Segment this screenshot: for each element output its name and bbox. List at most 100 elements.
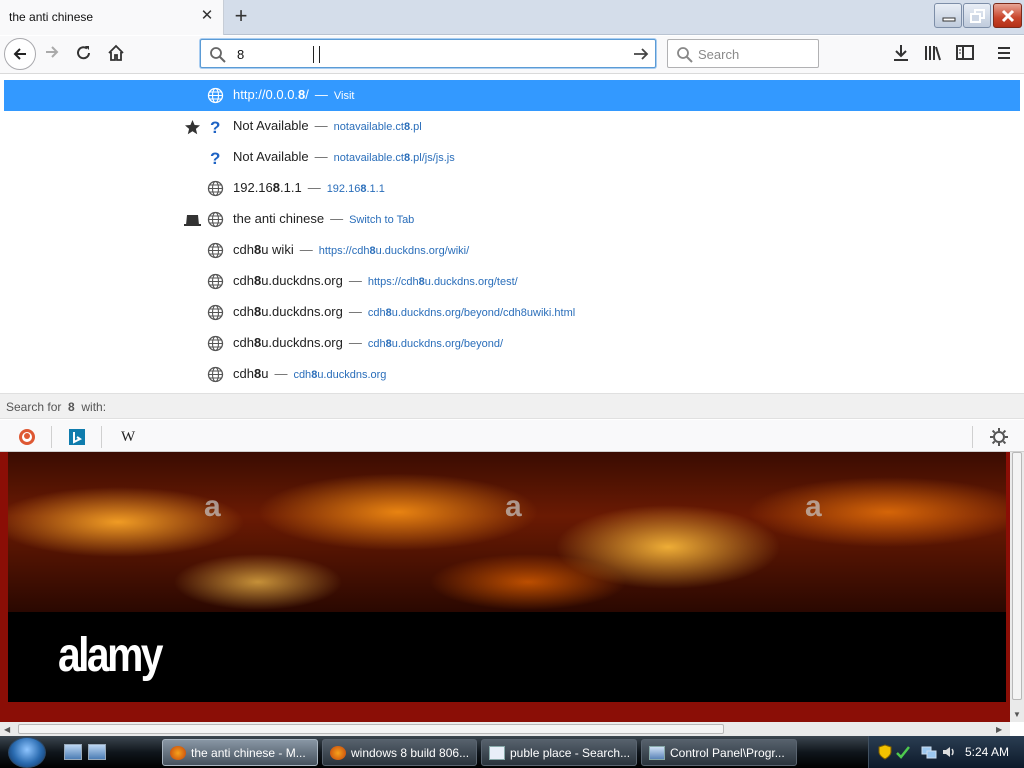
taskbar-item-browser[interactable]: windows 8 build 806... [322,739,477,766]
tab-strip: the anti chinese ✕ + [0,0,1024,35]
row-title-text: u [261,366,269,381]
scroll-right-arrow-icon[interactable]: ▶ [996,725,1002,734]
autocomplete-row[interactable]: ? Not Available — notavailable.ct8.pl [4,111,1020,142]
row-url: cdh8u.duckdns.org/beyond/cdh8uwiki.html [368,307,575,319]
minimize-button[interactable] [934,3,962,28]
autocomplete-row[interactable]: the anti chinese — Switch to Tab [4,204,1020,235]
back-button[interactable] [4,38,36,70]
check-icon[interactable] [895,744,911,760]
tab-close-button[interactable]: ✕ [199,8,215,24]
taskbar-item-firefox[interactable]: the anti chinese - M... [162,739,318,766]
hamburger-icon [998,47,1010,59]
reload-icon [77,46,90,60]
security-shield-icon[interactable] [877,744,893,760]
row-title: the anti chinese — Switch to Tab [233,211,414,226]
row-url-text: cdh [367,307,386,319]
reload-button[interactable] [71,40,99,68]
show-desktop-icon[interactable] [64,744,82,760]
taskbar-item-control-panel[interactable]: Control Panel\Progr... [641,739,797,766]
search-settings-button[interactable] [988,426,1010,448]
sidebar-button[interactable] [954,42,978,66]
taskbar-item-label: Control Panel\Progr... [670,746,785,760]
search-window-icon [489,746,505,760]
volume-icon[interactable] [941,744,957,760]
autocomplete-row[interactable]: cdh8u.duckdns.org — cdh8u.duckdns.org/beyo… [4,297,1020,328]
row-title-text: Not Available [233,118,309,133]
autocomplete-row[interactable]: cdh8u.duckdns.org — https://cdh8u.duckdns.… [4,266,1020,297]
row-title: http://0.0.0.8/— Visit [233,87,355,102]
switch-windows-icon[interactable] [88,744,106,760]
row-url-text: cdh [367,338,386,350]
row-separator: — [307,180,321,195]
go-arrow-icon[interactable] [632,45,650,63]
taskbar-clock[interactable]: 5:24 AM [965,745,1009,759]
tab-title: the anti chinese [9,10,94,24]
network-icon[interactable] [921,744,937,760]
row-url-text: u.duckdns.org [317,369,387,381]
autocomplete-row-selected[interactable]: http://0.0.0.8/— Visit [4,80,1020,111]
url-input[interactable]: 8 [237,47,244,62]
row-title-text: u.duckdns.org [261,335,343,350]
autocomplete-row[interactable]: cdh8u.duckdns.org — cdh8u.duckdns.org/beyo… [4,328,1020,359]
bookmark-star-icon [184,119,202,135]
scroll-down-arrow-icon[interactable]: ▼ [1013,710,1021,719]
scroll-left-arrow-icon[interactable]: ◀ [4,725,10,734]
bing-engine-button[interactable] [66,426,88,448]
url-autocomplete-popup: http://0.0.0. 8 / — Visit? Not Available — nota… [0,73,1024,452]
url-bar[interactable]: 8 [200,39,656,68]
autocomplete-row[interactable]: cdh8u — cdh8u.duckdns.org [4,359,1020,390]
taskbar-item-label: the anti chinese - M... [191,746,306,760]
new-tab-button[interactable]: + [229,5,253,29]
restore-button[interactable] [963,3,991,28]
watermark-text: a [505,490,522,523]
flame-image: a a a [8,452,1006,612]
horizontal-scroll-thumb[interactable] [18,724,724,734]
vertical-scrollbar[interactable]: ▼ [1010,452,1024,722]
text-cursor-icon [313,46,320,63]
horizontal-scrollbar[interactable]: ◀ ▶ [0,722,1010,736]
forward-button[interactable] [40,40,68,68]
row-url-text: notavailable.ct [333,121,404,133]
autocomplete-row[interactable]: 192.168.1.1—192.168.1.1 [4,173,1020,204]
search-with-bar: Search for 8 with: [0,393,1024,419]
globe-icon [207,87,224,104]
row-url: cdh8u.duckdns.org/beyond/ [368,338,503,350]
row-title-text: u wiki [261,242,294,257]
duckduckgo-engine-button[interactable] [16,426,38,448]
question-icon: ? [207,118,224,137]
search-input[interactable]: Search [698,47,739,62]
hamburger-menu-button[interactable] [993,42,1017,66]
globe-icon [207,366,224,383]
firefox-icon [170,746,186,760]
alamy-logo: alamy [58,629,163,682]
row-url-text: .pl [410,121,422,133]
download-icon [894,45,908,61]
search-bar[interactable]: Search [667,39,819,68]
taskbar-item-label: puble place - Search... [510,746,631,760]
row-url-text: cdh [293,369,312,381]
tab-active[interactable]: the anti chinese ✕ [0,0,224,35]
gear-icon [990,428,1008,446]
close-window-button[interactable] [993,3,1022,28]
svg-text:?: ? [210,118,220,135]
row-title: Not Available — notavailable.ct8.pl [233,118,422,133]
alamy-banner: alamy [8,612,1006,702]
row-title-text: cdh [233,273,254,288]
downloads-button[interactable] [890,42,914,66]
vertical-scroll-thumb[interactable] [1012,452,1022,700]
row-url: Visit [334,90,355,102]
start-button[interactable] [8,737,46,768]
row-title: Not Available — notavailable.ct8.pl/js/js.… [233,149,455,164]
row-separator: — [348,335,362,350]
home-icon [108,44,124,61]
globe-icon [207,180,224,197]
navigation-toolbar: 8 Search [0,36,1024,73]
taskbar-item-search[interactable]: puble place - Search... [481,739,637,766]
wikipedia-engine-button[interactable]: W [117,426,139,448]
autocomplete-row[interactable]: cdh8u wiki — https://cdh8u.duckdns.org/wik… [4,235,1020,266]
row-url-text: https://cdh [318,245,370,257]
row-title-text: cdh [233,366,254,381]
library-button[interactable] [922,42,946,66]
autocomplete-row[interactable]: ? Not Available — notavailable.ct8.pl/js/js… [4,142,1020,173]
home-button[interactable] [103,40,131,68]
